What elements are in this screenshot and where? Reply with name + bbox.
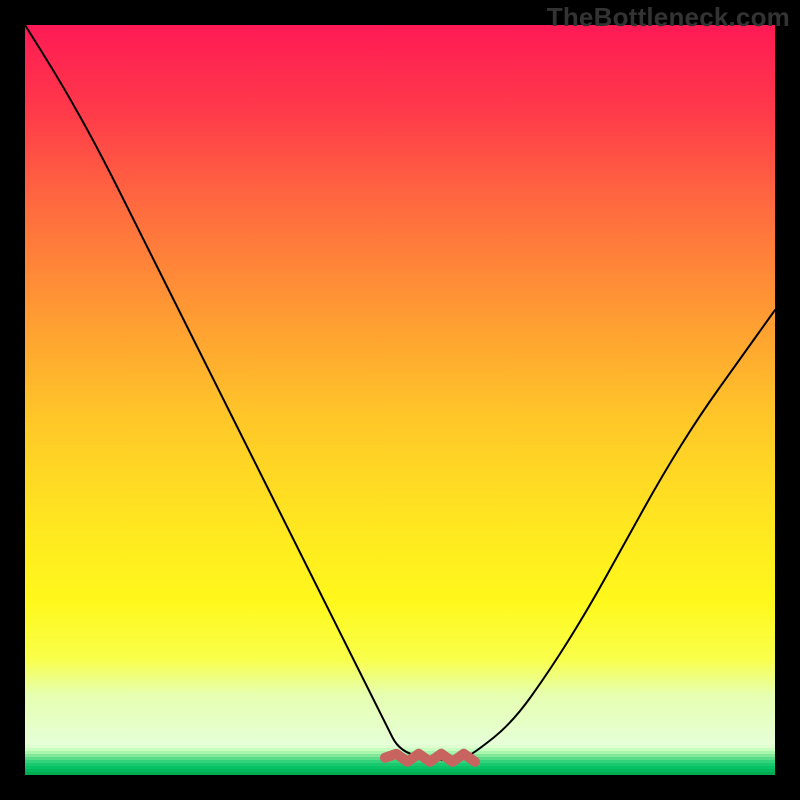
gradient-background <box>25 25 775 745</box>
chart-container: TheBottleneck.com <box>0 0 800 800</box>
bottleneck-chart <box>25 25 775 775</box>
watermark-text: TheBottleneck.com <box>547 2 790 33</box>
